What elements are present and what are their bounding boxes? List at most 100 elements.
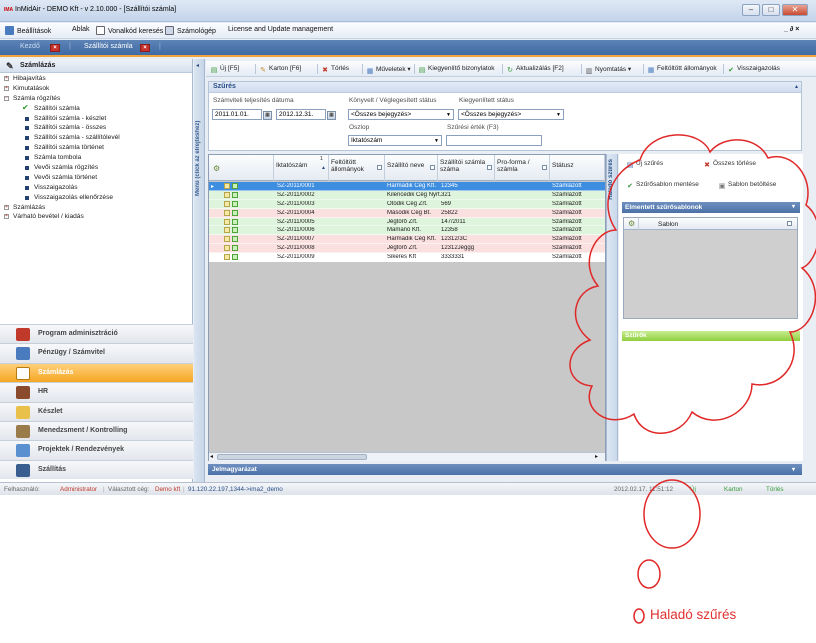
column-filter-icon[interactable] — [377, 165, 382, 170]
module-item[interactable]: Pénzügy / Számvitel — [0, 343, 193, 363]
minimize-button[interactable]: – — [742, 4, 760, 16]
toolbar-button[interactable]: ✖ Törlés — [321, 65, 349, 75]
cell-invoice-number: 147/2011 — [441, 218, 466, 225]
collapse-icon[interactable]: − — [4, 95, 9, 101]
date-from-input[interactable]: 2011.01.01. — [212, 109, 262, 120]
close-button[interactable]: ✕ — [782, 4, 808, 16]
tree-item[interactable]: Szállítói számla - szállítólevél — [0, 133, 193, 143]
table-row[interactable]: SZ-2011/0003 Ötödik Cég Zrt. 569 Számlázott — [209, 199, 605, 209]
column-header-id[interactable]: Iktatószám 1 ▲ — [274, 155, 329, 181]
calendar-icon[interactable]: ▦ — [327, 111, 336, 120]
tree-item[interactable]: ✔ Szállítói számla — [0, 103, 193, 114]
menu-item-calculator[interactable]: Számológép — [165, 26, 216, 35]
tree-item[interactable]: Szállítói számla - összes — [0, 123, 193, 133]
table-row[interactable]: SZ-2011/0002 Kilencedik Cég Nyrt. 321 Száml… — [209, 190, 605, 200]
expand-icon[interactable]: + — [4, 214, 9, 220]
tree-item[interactable]: − Számla rögzítés — [0, 94, 193, 104]
tree-item[interactable]: Szállítói számla - készlet — [0, 114, 193, 124]
column-header-proforma[interactable]: Pro-forma / számla — [495, 155, 550, 181]
column-select[interactable]: Iktatószám ▼ — [348, 135, 442, 146]
menu-item-barcode-search[interactable]: Vonalkód keresés — [96, 26, 163, 35]
tab-supplier-invoice-close-icon[interactable]: × — [140, 44, 150, 52]
table-row[interactable]: SZ-2011/0004 Második Cég Bt. 25822 Számlázo… — [209, 208, 605, 218]
tree-item[interactable]: Visszaigazolás — [0, 183, 193, 193]
horizontal-scrollbar[interactable]: ◂ ▸ — [209, 452, 605, 461]
table-row[interactable]: SZ-2011/0009 Sikeres Kft 3333331 Számlázott — [209, 253, 605, 263]
nav-panel-title: Számlázás — [20, 62, 56, 69]
status-delete-shortcut[interactable]: Törlés — [766, 486, 784, 493]
calendar-icon[interactable]: ▦ — [263, 111, 272, 120]
toolbar-button[interactable]: ▥ Nyomtatás ▾ — [585, 65, 631, 76]
date-to-input[interactable]: 2012.12.31. — [276, 109, 326, 120]
tree-item[interactable]: + Kimutatások — [0, 84, 193, 94]
menu-collapse-tab[interactable]: ◂ Menü (click az elrejtéshez) — [194, 59, 205, 482]
module-item[interactable]: Program adminisztráció — [0, 324, 193, 344]
expand-icon[interactable]: ▾ — [792, 466, 795, 473]
new-filter-button[interactable]: ▤ Új szűrés — [626, 160, 663, 170]
status-new-shortcut[interactable]: Új — [690, 486, 696, 493]
expand-icon[interactable]: + — [4, 204, 9, 210]
column-filter-icon[interactable] — [430, 165, 435, 170]
table-row[interactable]: SZ-2011/0005 Jégtörő Zrt. 147/2011 Számlázo… — [209, 217, 605, 227]
tab-home-close-icon[interactable]: × — [50, 44, 60, 52]
table-row[interactable]: SZ-2011/0007 Harmadik Cég Kft. 12312/3C Szá… — [209, 235, 605, 245]
tree-item[interactable]: + Várható bevétel / kiadás — [0, 212, 193, 222]
status-card-shortcut[interactable]: Karton — [724, 486, 743, 493]
collapse-icon[interactable]: ▾ — [792, 203, 795, 210]
table-row[interactable]: SZ-2011/0008 Jégtörő Zrt. 12312Jéggg Számlá… — [209, 244, 605, 254]
toolbar-button[interactable]: ▦ Feltöltött állományok — [647, 65, 717, 75]
module-item[interactable]: Menedzsment / Kontrolling — [0, 420, 193, 441]
menu-item-license[interactable]: License and Update management — [228, 26, 333, 33]
maximize-button[interactable]: □ — [762, 4, 780, 16]
menu-item-settings[interactable]: Beállítások — [5, 26, 51, 35]
table-row[interactable]: SZ-2011/0006 Mamanó Kft. 12358 Számlázott — [209, 226, 605, 236]
toolbar-button[interactable]: ✎ Karton [F6] — [259, 65, 301, 75]
grid-settings-header[interactable]: ⚙ — [209, 155, 274, 181]
table-row[interactable]: ▸ SZ-2011/0001 Harmadik Cég Kft. 12345 Száml… — [209, 182, 605, 191]
tab-supplier-invoice[interactable]: Szállítói számla — [84, 43, 133, 50]
filter-value-input[interactable] — [446, 135, 542, 146]
booked-status-select[interactable]: <Összes bejegyzés> ▼ — [348, 109, 454, 120]
advanced-filter-tab[interactable]: Haladó szűrés — [606, 154, 618, 461]
mdi-window-controls[interactable]: _ ∂ × — [784, 26, 799, 33]
column-header-template[interactable]: Sablon — [658, 221, 678, 228]
column-header-invoice-number[interactable]: Szállítói számla száma — [438, 155, 495, 181]
menu-item-window[interactable]: Ablak — [72, 26, 90, 33]
gear-icon[interactable]: ⚙ — [628, 219, 635, 228]
scrollbar-thumb[interactable] — [217, 454, 367, 460]
legend-panel[interactable]: Jelmagyarázat ▾ — [208, 464, 802, 475]
scroll-left-icon[interactable]: ◂ — [210, 453, 213, 460]
load-template-button[interactable]: ▣ Sablon betöltése — [718, 181, 777, 191]
clear-all-filters-button[interactable]: ✖ Összes törlése — [703, 160, 756, 170]
paid-status-select[interactable]: <Összes bejegyzés> ▼ — [458, 109, 564, 120]
module-item[interactable]: Számlázás — [0, 362, 193, 383]
tab-home[interactable]: Kezdő — [20, 43, 40, 50]
tree-item[interactable]: Számla tombola — [0, 153, 193, 163]
tree-item[interactable]: Vevői számla rögzítés — [0, 163, 193, 173]
module-item[interactable]: Projektek / Rendezvények — [0, 440, 193, 460]
tree-item[interactable]: + Hibajavítás — [0, 74, 193, 84]
column-filter-icon[interactable] — [787, 221, 792, 226]
module-item[interactable]: Szállítás — [0, 459, 193, 480]
toolbar-button[interactable]: ↻ Aktualizálás [F2] — [506, 65, 564, 75]
tree-item[interactable]: Vevői számla történet — [0, 173, 193, 183]
filter-collapse-icon[interactable]: ▴ — [795, 83, 798, 90]
expand-icon[interactable]: + — [4, 85, 9, 91]
column-header-supplier[interactable]: Szállító neve — [385, 155, 438, 181]
expand-icon[interactable]: + — [4, 76, 9, 81]
toolbar-button[interactable]: ✔ Visszaigazolás — [727, 65, 780, 75]
tree-item[interactable]: Visszaigazolás ellenőrzése — [0, 193, 193, 203]
toolbar-button[interactable]: ▤ Új [F5] — [210, 65, 239, 75]
scroll-right-icon[interactable]: ▸ — [595, 453, 598, 460]
column-filter-icon[interactable] — [542, 165, 547, 170]
column-header-files[interactable]: Feltöltött állományok — [329, 155, 385, 181]
module-item[interactable]: HR — [0, 382, 193, 402]
module-item[interactable]: Készlet — [0, 401, 193, 421]
tree-item[interactable]: Szállítói számla történet — [0, 143, 193, 153]
column-filter-icon[interactable] — [487, 165, 492, 170]
save-filter-template-button[interactable]: ✔ Szűrősablon mentése — [626, 181, 699, 191]
tree-item[interactable]: + Számlázás — [0, 203, 193, 213]
column-header-status[interactable]: Státusz — [550, 155, 605, 181]
toolbar-button[interactable]: ▤ Kiegyenlítő bizonylatok — [418, 65, 495, 75]
toolbar-button[interactable]: ▦ Műveletek ▾ — [366, 65, 411, 76]
